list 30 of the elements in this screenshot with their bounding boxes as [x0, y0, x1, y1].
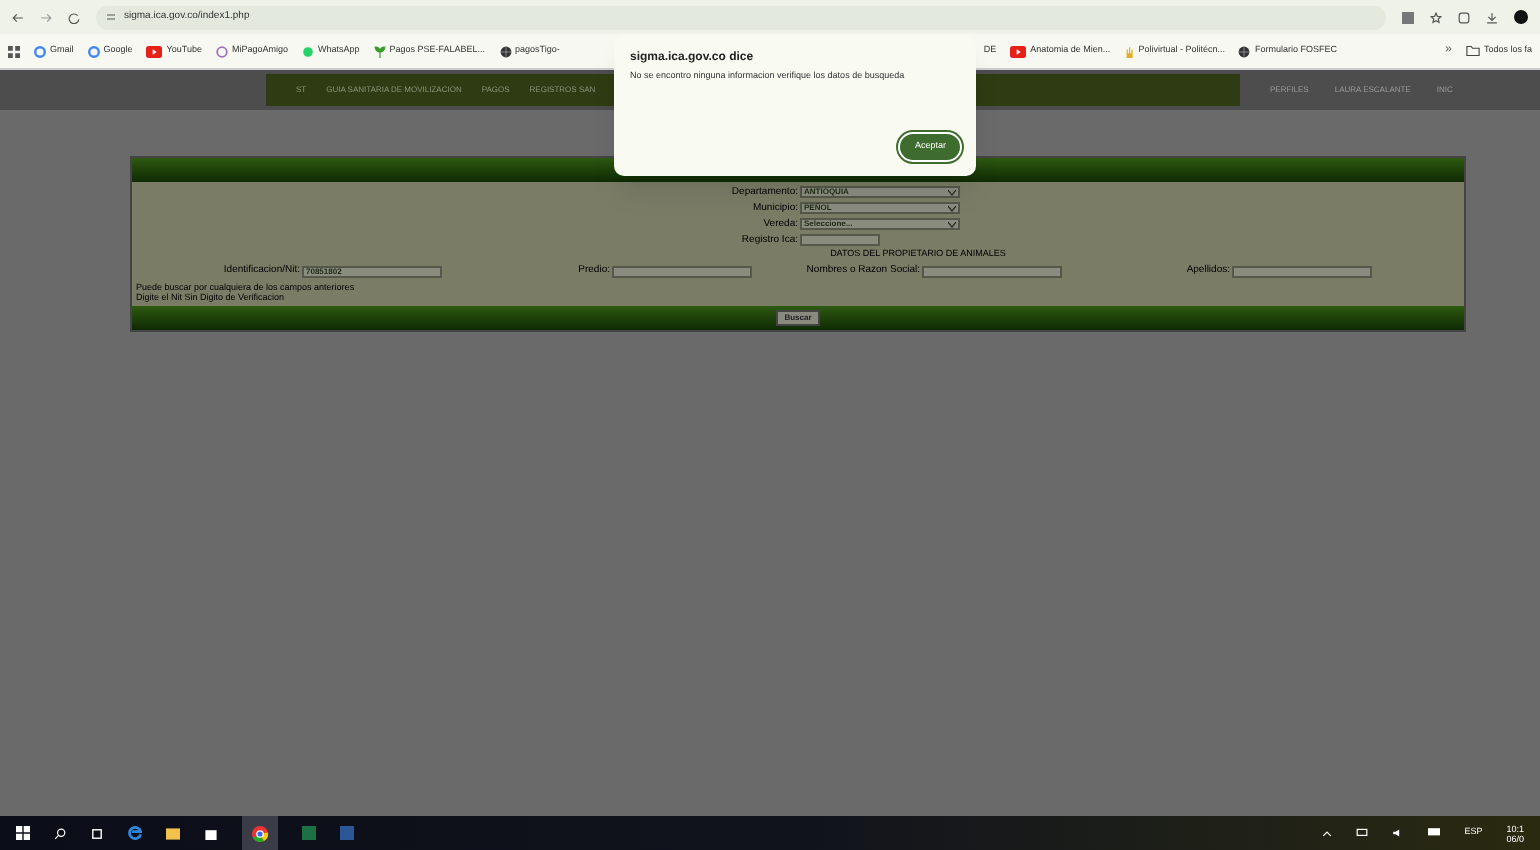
windows-icon[interactable]	[16, 826, 30, 840]
caret-icon	[948, 221, 956, 227]
search-icon[interactable]	[54, 827, 66, 839]
download-icon[interactable]	[1486, 11, 1498, 23]
plant-icon	[373, 45, 386, 57]
extensions-icon[interactable]	[1458, 11, 1470, 23]
folder-icon[interactable]	[166, 827, 180, 839]
text-field[interactable]	[1232, 265, 1372, 277]
caret-icon	[948, 189, 956, 195]
text-field[interactable]	[800, 234, 880, 246]
folder-icon	[1465, 46, 1480, 56]
browser-icon	[252, 825, 268, 841]
apps-icon[interactable]	[8, 45, 20, 57]
caret-icon	[948, 205, 956, 211]
edge-icon[interactable]	[128, 826, 142, 840]
hand-icon	[1124, 45, 1135, 57]
profile-icon[interactable]	[1514, 10, 1528, 24]
play-icon	[146, 45, 163, 57]
star-icon[interactable]	[1430, 11, 1442, 23]
reload-icon[interactable]	[68, 11, 80, 23]
task-view-icon[interactable]	[90, 827, 104, 839]
play-icon	[1010, 45, 1027, 57]
chrome-taskbar-button[interactable]	[242, 816, 278, 850]
text-field[interactable]	[612, 265, 752, 277]
globe-icon	[499, 45, 512, 57]
text-field[interactable]	[922, 265, 1062, 277]
back-icon[interactable]	[12, 11, 24, 23]
chevron-up-icon[interactable]	[1322, 829, 1333, 837]
globe-icon	[1238, 45, 1251, 57]
speaker-icon[interactable]	[1392, 828, 1405, 838]
